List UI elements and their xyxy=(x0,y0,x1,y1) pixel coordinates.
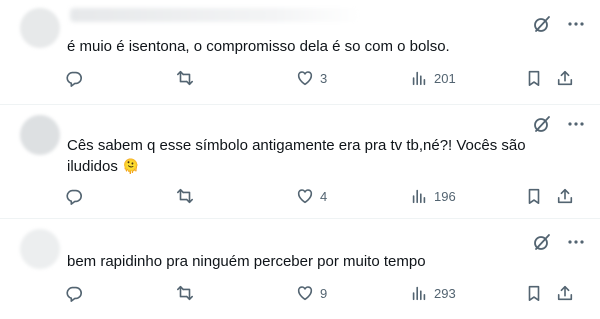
username-blur xyxy=(70,8,360,22)
tweet-3[interactable]: bem rapidinho pra ninguém perceber por m… xyxy=(0,219,600,319)
reply-icon xyxy=(66,71,82,87)
like-icon xyxy=(297,189,313,204)
view-count: 196 xyxy=(434,188,456,204)
views-button[interactable]: 196 xyxy=(410,187,456,205)
view-count: 293 xyxy=(434,285,456,301)
like-count: 4 xyxy=(320,188,328,204)
bookmark-button[interactable] xyxy=(525,69,543,87)
avatar[interactable] xyxy=(20,8,60,48)
grok-icon[interactable] xyxy=(532,114,552,134)
like-count: 3 xyxy=(320,70,328,86)
like-button[interactable]: 3 xyxy=(296,69,327,87)
view-count: 201 xyxy=(434,70,456,86)
bookmark-icon xyxy=(528,188,540,205)
views-icon xyxy=(412,286,426,301)
like-button[interactable]: 4 xyxy=(296,187,327,205)
grok-icon[interactable] xyxy=(532,14,552,34)
tweet-text: Cês sabem q esse símbolo antigamente era… xyxy=(67,136,537,177)
retweet-button[interactable] xyxy=(176,284,194,302)
like-icon xyxy=(297,71,313,86)
share-icon xyxy=(557,188,573,204)
avatar[interactable] xyxy=(20,115,60,155)
views-button[interactable]: 201 xyxy=(410,69,456,87)
share-button[interactable] xyxy=(556,69,574,87)
reply-button[interactable] xyxy=(65,69,83,87)
share-icon xyxy=(557,285,573,301)
bookmark-button[interactable] xyxy=(525,284,543,302)
reply-button[interactable] xyxy=(65,284,83,302)
melting-face-emoji: 🫠 xyxy=(122,158,140,174)
bookmark-icon xyxy=(528,70,540,87)
bookmark-icon xyxy=(528,285,540,302)
retweet-icon xyxy=(176,70,194,86)
reply-icon xyxy=(66,189,82,205)
reply-button[interactable] xyxy=(65,187,83,205)
share-button[interactable] xyxy=(556,284,574,302)
tweet-2[interactable]: Cês sabem q esse símbolo antigamente era… xyxy=(0,105,600,219)
bookmark-button[interactable] xyxy=(525,187,543,205)
views-icon xyxy=(412,71,426,86)
retweet-icon xyxy=(176,188,194,204)
retweet-icon xyxy=(176,285,194,301)
tweet-text: bem rapidinho pra ninguém perceber por m… xyxy=(67,253,426,270)
like-count: 9 xyxy=(320,285,328,301)
share-button[interactable] xyxy=(556,187,574,205)
more-icon[interactable] xyxy=(566,114,586,134)
tweet-text: é muio é isentona, o compromisso dela é … xyxy=(67,38,450,55)
like-button[interactable]: 9 xyxy=(296,284,327,302)
like-icon xyxy=(297,286,313,301)
tweet-1[interactable]: é muio é isentona, o compromisso dela é … xyxy=(0,0,600,105)
more-icon[interactable] xyxy=(566,232,586,252)
reply-icon xyxy=(66,286,82,302)
more-icon[interactable] xyxy=(566,14,586,34)
views-button[interactable]: 293 xyxy=(410,284,456,302)
retweet-button[interactable] xyxy=(176,187,194,205)
avatar[interactable] xyxy=(20,229,60,269)
grok-icon[interactable] xyxy=(532,232,552,252)
share-icon xyxy=(557,70,573,86)
views-icon xyxy=(412,189,426,204)
retweet-button[interactable] xyxy=(176,69,194,87)
